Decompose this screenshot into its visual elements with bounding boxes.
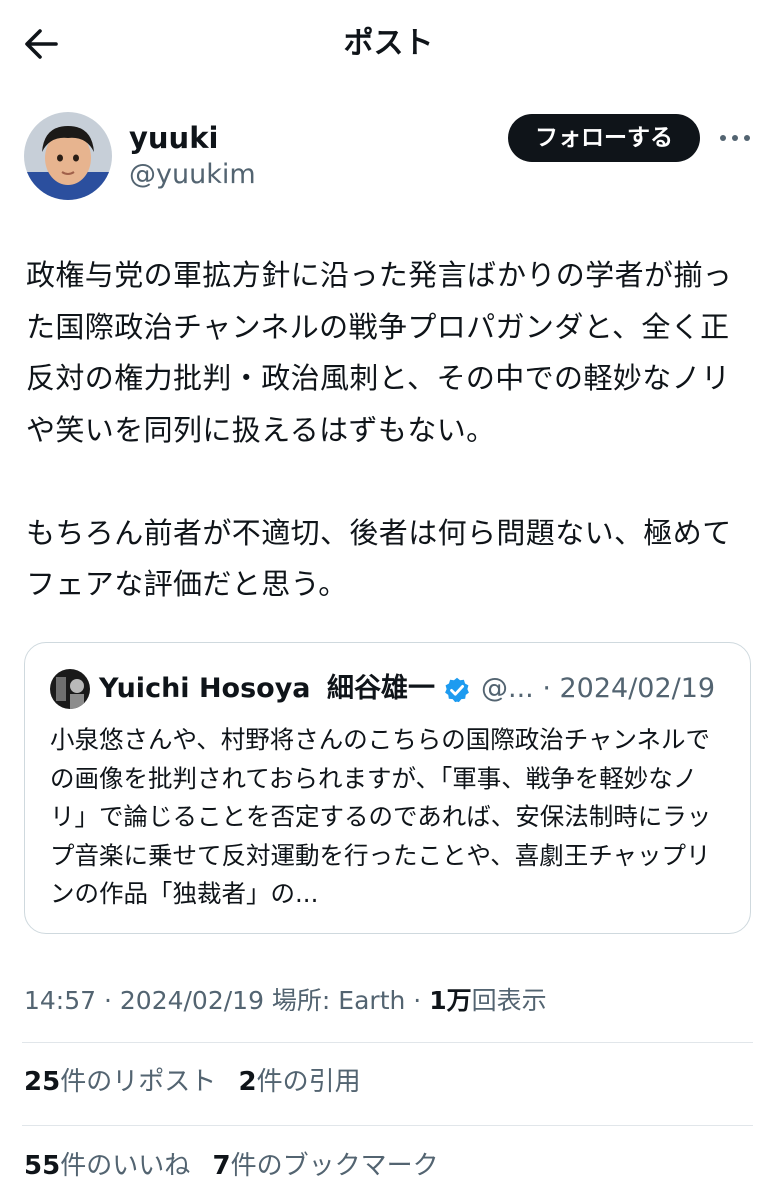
quoted-post[interactable]: Yuichi Hosoya 細谷雄一 @... · 2024/02/19 小泉悠… — [24, 642, 751, 934]
post-text: 政権与党の軍拡方針に沿った発言ばかりの学者が揃った国際政治チャンネルの戦争プロパ… — [26, 250, 758, 611]
author-name[interactable]: yuuki — [129, 120, 218, 156]
quoted-author-name: Yuichi Hosoya — [99, 673, 311, 704]
top-bar: ポスト — [0, 0, 777, 88]
bookmarks-label: 件のブックマーク — [230, 1151, 439, 1181]
quoted-author-avatar — [50, 669, 90, 709]
stats-row-likes: 55件のいいね 7件のブックマーク — [24, 1148, 439, 1184]
more-options-button[interactable] — [718, 122, 752, 154]
post-timestamp[interactable]: 14:57 · 2024/02/19 場所: Earth · — [24, 986, 429, 1015]
likes-label: 件のいいね — [60, 1151, 191, 1181]
post-meta: 14:57 · 2024/02/19 場所: Earth · 1万回表示 — [24, 984, 547, 1018]
divider — [22, 1042, 753, 1043]
quotes-stat[interactable]: 2件の引用 — [238, 1067, 360, 1097]
post-paragraph: 政権与党の軍拡方針に沿った発言ばかりの学者が揃った国際政治チャンネルの戦争プロパ… — [26, 258, 733, 447]
views-label: 回表示 — [471, 986, 547, 1015]
quotes-label: 件の引用 — [256, 1067, 361, 1097]
author-avatar[interactable] — [24, 112, 112, 200]
quotes-count: 2 — [238, 1067, 257, 1097]
quoted-handle-date: @... · 2024/02/19 — [481, 673, 716, 704]
quoted-author-name-ja: 細谷雄一 — [327, 673, 435, 704]
page-title: ポスト — [343, 26, 434, 61]
stats-row-reposts: 25件のリポスト 2件の引用 — [24, 1064, 361, 1100]
divider — [22, 1125, 753, 1126]
likes-count: 55 — [24, 1151, 61, 1181]
follow-button[interactable]: フォローする — [508, 114, 700, 162]
quoted-text: 小泉悠さんや、村野将さんのこちらの国際政治チャンネルでの画像を批判されておられま… — [50, 725, 712, 908]
more-dots-icon — [720, 135, 750, 141]
bookmarks-stat[interactable]: 7件のブックマーク — [212, 1151, 438, 1181]
views-count: 1万 — [429, 986, 472, 1015]
reposts-count: 25 — [24, 1067, 61, 1097]
verified-badge-icon — [445, 677, 469, 703]
post-paragraph: もちろん前者が不適切、後者は何ら問題ない、極めてフェアな評価だと思う。 — [26, 515, 732, 602]
author-handle[interactable]: @yuukim — [129, 158, 256, 192]
likes-stat[interactable]: 55件のいいね — [24, 1151, 190, 1181]
reposts-stat[interactable]: 25件のリポスト — [24, 1067, 216, 1097]
reposts-label: 件のリポスト — [60, 1067, 217, 1097]
bookmarks-count: 7 — [212, 1151, 231, 1181]
